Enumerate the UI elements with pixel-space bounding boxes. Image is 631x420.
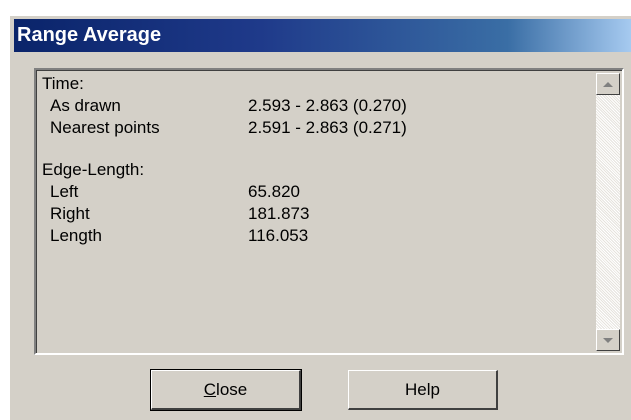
left-value: 65.820	[248, 182, 300, 201]
range-average-dialog: Range Average Time: As drawn 2.593 - 2.8…	[9, 15, 631, 420]
results-text-area[interactable]: Time: As drawn 2.593 - 2.863 (0.270) Nea…	[34, 68, 624, 355]
help-button-label: Help	[405, 379, 440, 399]
scroll-down-button[interactable]	[596, 329, 620, 351]
edge-length-header-row: Edge-Length:	[42, 159, 582, 181]
time-header: Time:	[42, 74, 84, 93]
length-label: Length	[50, 226, 102, 245]
right-row: Right 181.873	[42, 203, 582, 225]
time-header-row: Time:	[42, 73, 582, 95]
close-button-label: Close	[203, 379, 248, 399]
left-row: Left 65.820	[42, 181, 582, 203]
right-value: 181.873	[248, 204, 310, 223]
right-label: Right	[50, 204, 90, 223]
nearest-points-value: 2.591 - 2.863 (0.271)	[248, 118, 407, 137]
length-value: 116.053	[248, 226, 309, 245]
vertical-scrollbar[interactable]	[596, 73, 620, 351]
length-row: Length 116.053	[42, 225, 582, 247]
help-button[interactable]: Help	[348, 370, 498, 410]
results-content: Time: As drawn 2.593 - 2.863 (0.270) Nea…	[42, 73, 582, 353]
scroll-up-button[interactable]	[596, 73, 620, 95]
nearest-points-label: Nearest points	[50, 118, 160, 137]
arrow-up-icon	[603, 81, 613, 87]
results-text-area-inner: Time: As drawn 2.593 - 2.863 (0.270) Nea…	[36, 70, 622, 353]
arrow-down-icon	[603, 337, 613, 343]
dialog-title[interactable]: Range Average	[14, 19, 631, 52]
as-drawn-label: As drawn	[50, 96, 121, 115]
as-drawn-value: 2.593 - 2.863 (0.270)	[248, 96, 407, 115]
close-button[interactable]: Close	[150, 369, 302, 411]
edge-length-header: Edge-Length:	[42, 160, 145, 179]
nearest-points-row: Nearest points 2.591 - 2.863 (0.271)	[42, 117, 582, 139]
left-label: Left	[50, 182, 79, 201]
as-drawn-row: As drawn 2.593 - 2.863 (0.270)	[42, 95, 582, 117]
